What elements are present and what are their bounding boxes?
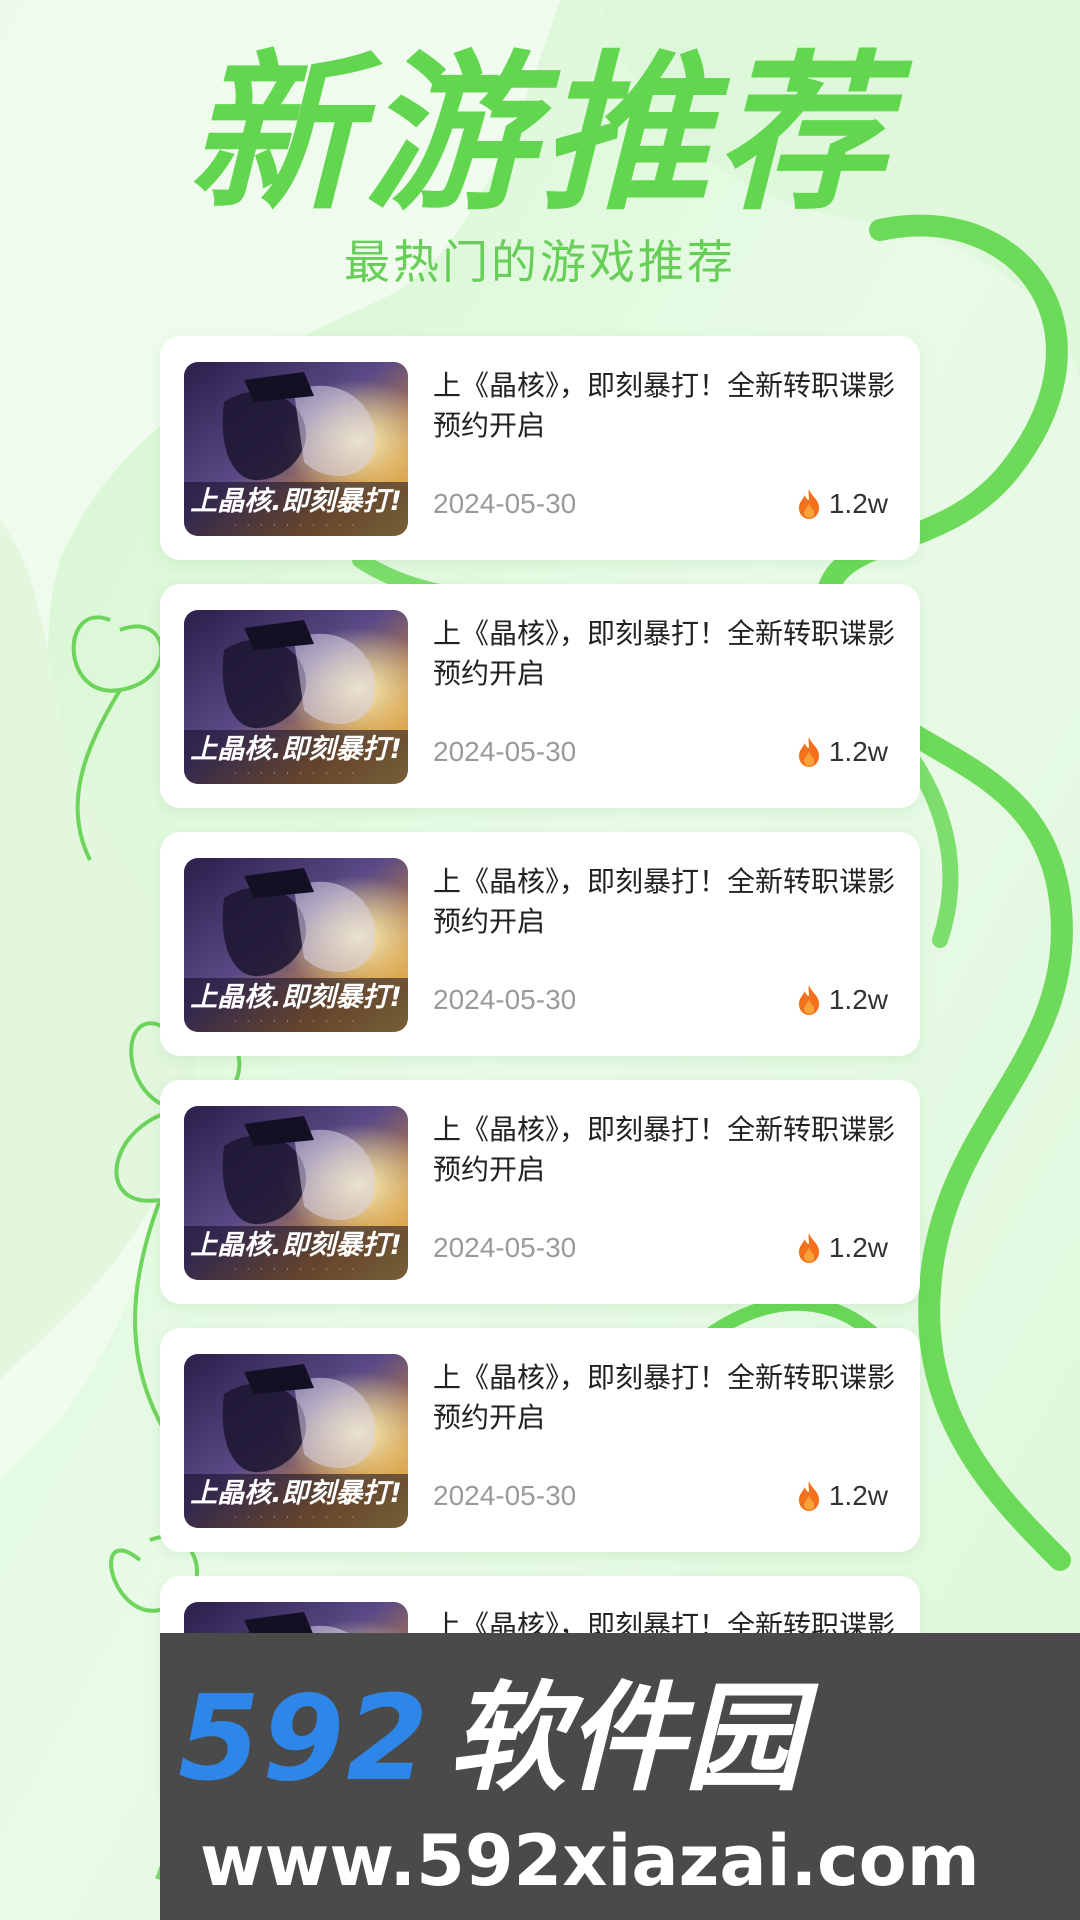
fire-icon <box>798 489 819 519</box>
news-title[interactable]: 上《晶核》，即刻暴打！全新转职谍影预约开启 <box>433 1110 903 1190</box>
news-card[interactable]: 上晶核.即刻暴打! · · · · · · · · · · 上《晶核》，即刻暴打… <box>160 584 920 808</box>
watermark-url: www.592xiazai.com <box>200 1820 980 1902</box>
banner-subtext: · · · · · · · · · · <box>234 1017 358 1026</box>
news-date: 2024-05-30 <box>433 1480 577 1511</box>
banner-text: 上晶核.即刻暴打! <box>190 734 402 765</box>
news-date: 2024-05-30 <box>433 1232 577 1263</box>
hot-count: 1.2w <box>797 485 888 523</box>
news-card[interactable]: 上晶核.即刻暴打! · · · · · · · · · · 上《晶核》，即刻暴打… <box>160 336 920 560</box>
banner-text: 上晶核.即刻暴打! <box>190 982 402 1013</box>
game-banner-image: 上晶核.即刻暴打! · · · · · · · · · · <box>184 1106 408 1280</box>
news-thumbnail[interactable]: 上晶核.即刻暴打! · · · · · · · · · · <box>184 362 408 536</box>
page-subtitle: 最热门的游戏推荐 <box>344 235 736 289</box>
watermark-brand: 592 软件园 <box>178 1673 802 1803</box>
news-thumbnail[interactable]: 上晶核.即刻暴打! · · · · · · · · · · <box>184 610 408 784</box>
news-card[interactable]: 上晶核.即刻暴打! · · · · · · · · · · 上《晶核》，即刻暴打… <box>160 832 920 1056</box>
news-thumbnail[interactable]: 上晶核.即刻暴打! · · · · · · · · · · <box>184 1354 408 1528</box>
fire-icon <box>798 985 819 1015</box>
banner-subtext: · · · · · · · · · · <box>234 1513 358 1522</box>
watermark-brand-name: 软件园 <box>448 1669 803 1807</box>
news-title[interactable]: 上《晶核》，即刻暴打！全新转职谍影预约开启 <box>433 1358 903 1438</box>
game-banner-image: 上晶核.即刻暴打! · · · · · · · · · · <box>184 610 408 784</box>
news-title[interactable]: 上《晶核》，即刻暴打！全新转职谍影预约开启 <box>433 614 903 694</box>
hot-count-value: 1.2w <box>828 488 888 519</box>
game-banner-image: 上晶核.即刻暴打! · · · · · · · · · · <box>184 362 408 536</box>
news-date: 2024-05-30 <box>433 736 577 767</box>
hot-count-value: 1.2w <box>828 1232 888 1263</box>
banner-subtext: · · · · · · · · · · <box>234 521 358 530</box>
hot-count: 1.2w <box>797 981 888 1019</box>
fire-icon <box>798 1233 819 1263</box>
hot-count: 1.2w <box>797 1229 888 1267</box>
hot-count-value: 1.2w <box>828 984 888 1015</box>
fire-icon <box>798 1481 819 1511</box>
banner-subtext: · · · · · · · · · · <box>234 1265 358 1274</box>
news-date: 2024-05-30 <box>433 488 577 519</box>
banner-text: 上晶核.即刻暴打! <box>190 486 402 517</box>
news-card[interactable]: 上晶核.即刻暴打! · · · · · · · · · · 上《晶核》，即刻暴打… <box>160 1080 920 1304</box>
news-thumbnail[interactable]: 上晶核.即刻暴打! · · · · · · · · · · <box>184 1106 408 1280</box>
news-card[interactable]: 上晶核.即刻暴打! · · · · · · · · · · 上《晶核》，即刻暴打… <box>160 1328 920 1552</box>
page-title: 新游推荐 <box>187 36 892 234</box>
site-watermark: 592 软件园 www.592xiazai.com <box>160 1633 1080 1920</box>
hot-count: 1.2w <box>797 1477 888 1515</box>
news-title[interactable]: 上《晶核》，即刻暴打！全新转职谍影预约开启 <box>433 366 903 446</box>
fire-icon <box>798 737 819 767</box>
game-banner-image: 上晶核.即刻暴打! · · · · · · · · · · <box>184 1354 408 1528</box>
news-title[interactable]: 上《晶核》，即刻暴打！全新转职谍影预约开启 <box>433 862 903 942</box>
game-banner-image: 上晶核.即刻暴打! · · · · · · · · · · <box>184 858 408 1032</box>
watermark-brand-number: 592 <box>178 1669 431 1807</box>
banner-text: 上晶核.即刻暴打! <box>190 1230 402 1261</box>
hot-count: 1.2w <box>797 733 888 771</box>
banner-text: 上晶核.即刻暴打! <box>190 1478 402 1509</box>
banner-subtext: · · · · · · · · · · <box>234 769 358 778</box>
hot-count-value: 1.2w <box>828 1480 888 1511</box>
news-date: 2024-05-30 <box>433 984 577 1015</box>
news-thumbnail[interactable]: 上晶核.即刻暴打! · · · · · · · · · · <box>184 858 408 1032</box>
hot-count-value: 1.2w <box>828 736 888 767</box>
